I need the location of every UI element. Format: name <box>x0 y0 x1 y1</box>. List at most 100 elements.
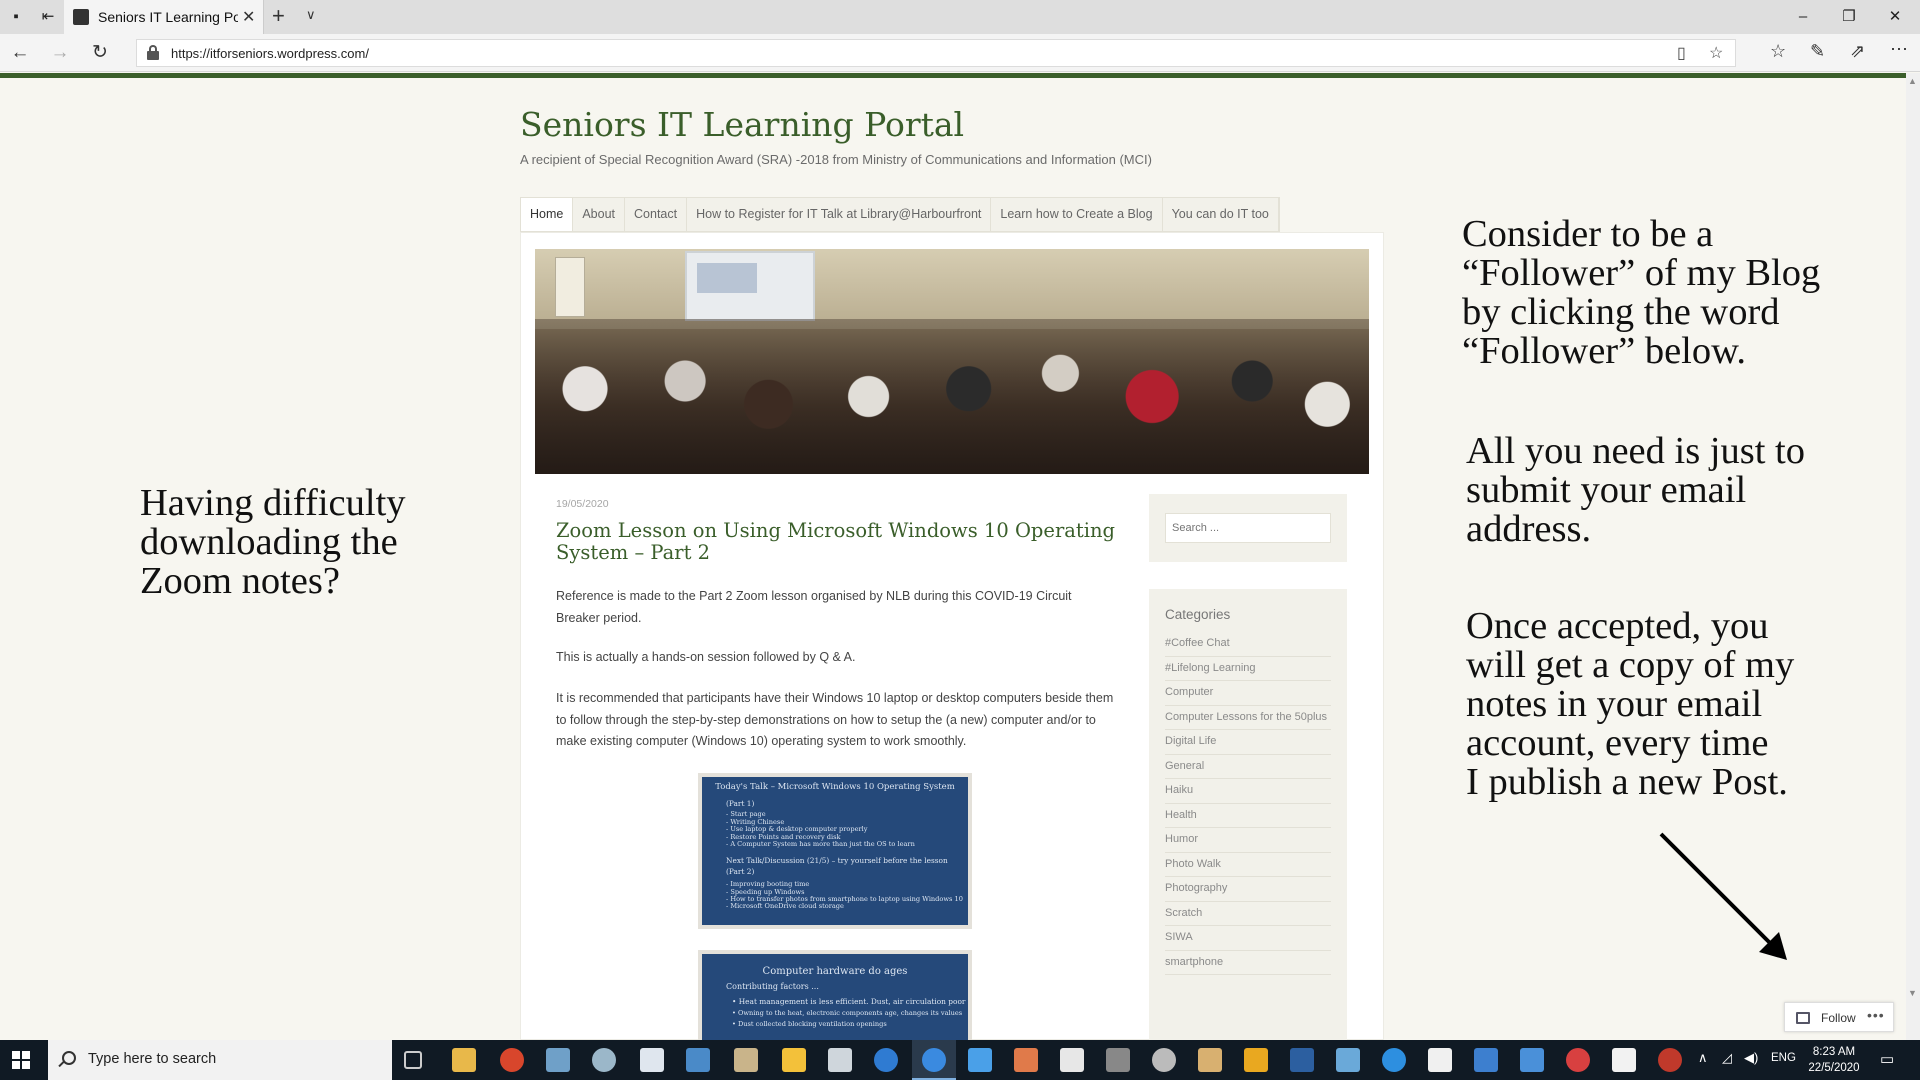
file-explorer-icon[interactable] <box>452 1048 476 1072</box>
close-window-icon[interactable]: ✕ <box>1872 5 1918 29</box>
app-icon[interactable] <box>1198 1048 1222 1072</box>
app-icon[interactable] <box>1290 1048 1314 1072</box>
tab-title: Seniors IT Learning Port <box>98 9 238 25</box>
app-icon[interactable] <box>1658 1048 1682 1072</box>
favorite-star-icon[interactable]: ☆ <box>1709 43 1723 63</box>
taskbar-search[interactable]: Type here to search <box>48 1040 392 1080</box>
category-link[interactable]: Photography <box>1165 877 1331 902</box>
store-icon[interactable] <box>1060 1048 1084 1072</box>
slide-heading: Computer hardware do ages <box>762 966 908 977</box>
category-link[interactable]: Haiku <box>1165 779 1331 804</box>
category-link[interactable]: Digital Life <box>1165 730 1331 755</box>
right-annotation-notes: Once accepted, you will get a copy of my… <box>1466 605 1795 803</box>
app-icon[interactable] <box>1474 1048 1498 1072</box>
app-icon[interactable] <box>1244 1048 1268 1072</box>
tab-close-icon[interactable]: ✕ <box>242 7 255 27</box>
taskbar-clock[interactable]: 8:23 AM 22/5/2020 <box>1808 1044 1860 1076</box>
category-link[interactable]: Computer <box>1165 681 1331 706</box>
follow-widget[interactable]: Follow ••• <box>1784 1002 1894 1032</box>
menu-item-register[interactable]: How to Register for IT Talk at Library@H… <box>687 198 992 231</box>
onedrive-icon[interactable] <box>968 1048 992 1072</box>
tab-actions-icon[interactable]: ▪ <box>4 5 28 29</box>
app-icon[interactable] <box>640 1048 664 1072</box>
category-link[interactable]: #Lifelong Learning <box>1165 657 1331 681</box>
more-options-icon[interactable]: ⋯ <box>1890 39 1908 60</box>
notifications-icon[interactable]: ▭ <box>1880 1050 1894 1068</box>
slide-part-label: (Part 1) <box>726 799 755 808</box>
menu-item-about[interactable]: About <box>573 198 626 231</box>
category-link[interactable]: Scratch <box>1165 902 1331 926</box>
category-link[interactable]: General <box>1165 755 1331 779</box>
new-tab-icon[interactable]: + <box>272 3 285 29</box>
category-link[interactable]: Computer Lessons for the 50plus <box>1165 706 1331 730</box>
app-icon[interactable] <box>1566 1048 1590 1072</box>
app-icon[interactable] <box>686 1048 710 1072</box>
start-windows-icon[interactable] <box>12 1051 30 1069</box>
category-link[interactable]: Health <box>1165 804 1331 828</box>
app-icon[interactable] <box>1382 1048 1406 1072</box>
category-link[interactable]: #Coffee Chat <box>1165 632 1331 657</box>
network-icon[interactable]: ◿ <box>1722 1050 1732 1066</box>
app-icon[interactable] <box>874 1048 898 1072</box>
menu-item-create-blog[interactable]: Learn how to Create a Blog <box>991 198 1163 231</box>
pen-icon[interactable]: ✎ <box>1810 41 1825 62</box>
calculator-icon[interactable] <box>828 1048 852 1072</box>
app-icon[interactable] <box>592 1048 616 1072</box>
app-icon[interactable] <box>500 1048 524 1072</box>
app-icon[interactable] <box>1612 1048 1636 1072</box>
post-paragraph-3: It is recommended that participants have… <box>556 691 1114 748</box>
menu-item-contact[interactable]: Contact <box>625 198 688 231</box>
browser-tab[interactable]: Seniors IT Learning Port ✕ <box>64 0 264 34</box>
lock-icon <box>147 45 159 60</box>
slide-image-1[interactable]: Today's Talk – Microsoft Windows 10 Oper… <box>698 773 972 929</box>
app-icon[interactable] <box>1152 1048 1176 1072</box>
post-date[interactable]: 19/05/2020 <box>556 498 609 510</box>
address-bar[interactable]: https://itforseniors.wordpress.com/ ▯ ☆ <box>136 39 1736 67</box>
security-shield-icon[interactable] <box>1428 1048 1452 1072</box>
follow-more-icon[interactable]: ••• <box>1867 1007 1885 1023</box>
minimize-icon[interactable]: – <box>1780 5 1826 29</box>
category-link[interactable]: Photo Walk <box>1165 853 1331 877</box>
app-icon[interactable] <box>546 1048 570 1072</box>
windows-taskbar: Type here to search ∧ ◿ ◀) ENG 8:23 AM 2… <box>0 1040 1920 1080</box>
site-title[interactable]: Seniors IT Learning Portal <box>520 105 964 144</box>
back-icon[interactable]: ← <box>6 40 34 66</box>
favorites-hub-icon[interactable]: ☆ <box>1770 41 1786 62</box>
scroll-up-icon[interactable]: ▲ <box>1908 76 1917 86</box>
scroll-down-icon[interactable]: ▼ <box>1908 988 1917 998</box>
hero-wall <box>535 249 1369 329</box>
app-icon[interactable] <box>734 1048 758 1072</box>
category-link[interactable]: SIWA <box>1165 926 1331 951</box>
refresh-icon[interactable]: ↻ <box>86 40 114 66</box>
clock-date: 22/5/2020 <box>1808 1062 1860 1074</box>
edge-icon[interactable] <box>922 1048 946 1072</box>
category-link[interactable]: Humor <box>1165 828 1331 853</box>
slide-part-label: (Part 2) <box>726 866 755 876</box>
follow-button[interactable]: Follow <box>1821 1011 1856 1025</box>
app-icon[interactable] <box>1520 1048 1544 1072</box>
app-icon[interactable] <box>782 1048 806 1072</box>
tray-chevron-icon[interactable]: ∧ <box>1698 1050 1708 1066</box>
app-icon[interactable] <box>1014 1048 1038 1072</box>
right-annotation-email: All you need is just to submit your emai… <box>1466 430 1805 550</box>
language-indicator[interactable]: ENG <box>1771 1052 1796 1064</box>
restore-icon[interactable]: ❐ <box>1826 5 1872 29</box>
page-scrollbar[interactable]: ▲ ▼ <box>1906 73 1920 1040</box>
menu-item-you-can-do-it[interactable]: You can do IT too <box>1163 198 1279 231</box>
slide-image-2[interactable]: Computer hardware do ages Contributing f… <box>698 950 972 1040</box>
category-link[interactable]: smartphone <box>1165 951 1331 975</box>
app-icon[interactable] <box>1336 1048 1360 1072</box>
browser-nav-bar: ← → ↻ https://itforseniors.wordpress.com… <box>0 34 1920 72</box>
app-icon[interactable] <box>1106 1048 1130 1072</box>
task-view-icon[interactable] <box>404 1051 422 1069</box>
reading-view-icon[interactable]: ▯ <box>1677 43 1686 63</box>
sidebar-search-input[interactable] <box>1165 513 1331 543</box>
site-tagline: A recipient of Special Recognition Award… <box>520 152 1152 167</box>
post-title[interactable]: Zoom Lesson on Using Microsoft Windows 1… <box>556 520 1126 564</box>
volume-icon[interactable]: ◀) <box>1744 1050 1758 1066</box>
tab-list-chevron-icon[interactable]: ∨ <box>306 7 316 23</box>
share-icon[interactable]: ⇗ <box>1850 41 1865 62</box>
forward-icon[interactable]: → <box>46 40 74 66</box>
set-tabs-aside-icon[interactable]: ⇤ <box>36 5 60 29</box>
menu-item-home[interactable]: Home <box>521 198 574 231</box>
